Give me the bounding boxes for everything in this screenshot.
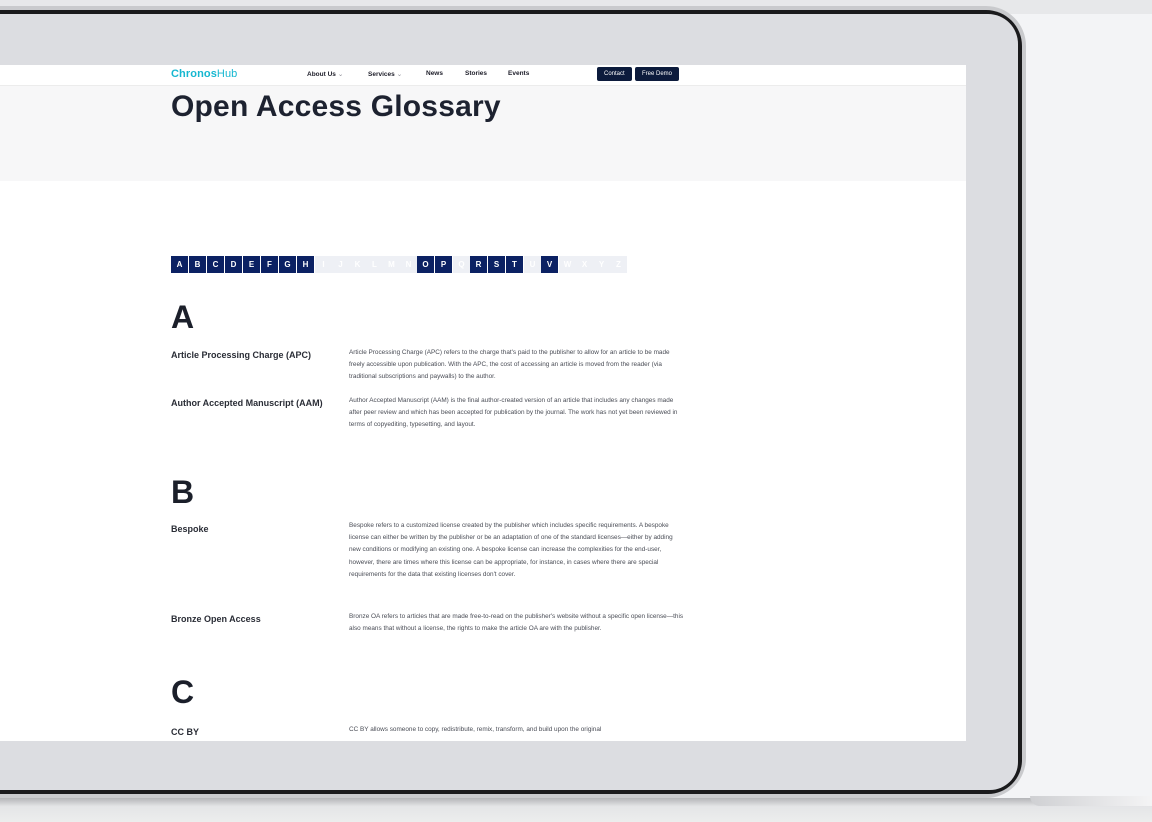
alphabet-link-o[interactable]: O: [417, 256, 435, 273]
alphabet-link-h[interactable]: H: [297, 256, 315, 273]
alphabet-link-k: K: [349, 256, 366, 273]
alphabet-link-r[interactable]: R: [470, 256, 488, 273]
alphabet-link-a[interactable]: A: [171, 256, 189, 273]
alphabet-link-e[interactable]: E: [243, 256, 261, 273]
alphabet-link-n: N: [400, 256, 417, 273]
chronoshub-logo[interactable]: ChronosHub: [171, 68, 237, 80]
nav-about-us[interactable]: About Us ⌄: [307, 70, 343, 78]
glossary-definition: Bronze OA refers to articles that are ma…: [349, 613, 684, 633]
alphabet-index: ABCDEFGHIJKLMNOPQRSTUVWXYZ: [171, 256, 627, 273]
alphabet-link-l: L: [366, 256, 383, 273]
alphabet-link-f[interactable]: F: [261, 256, 279, 273]
alphabet-link-z: Z: [610, 256, 627, 273]
contact-button[interactable]: Contact: [597, 67, 632, 81]
browser-viewport: ChronosHub About Us ⌄ Services ⌄ News Stor…: [0, 65, 966, 741]
laptop-base-edge: [1030, 796, 1152, 806]
nav-services[interactable]: Services ⌄: [368, 70, 402, 78]
alphabet-link-g[interactable]: G: [279, 256, 297, 273]
glossary-term: Author Accepted Manuscript (AAM): [171, 398, 323, 408]
section-heading-a: A: [171, 299, 195, 335]
glossary-definition: Article Processing Charge (APC) refers t…: [349, 349, 670, 381]
logo-text-hub: Hub: [216, 68, 238, 80]
alphabet-link-j: J: [332, 256, 349, 273]
alphabet-link-c[interactable]: C: [207, 256, 225, 273]
alphabet-link-t[interactable]: T: [506, 256, 524, 273]
alphabet-link-u: U: [524, 256, 541, 273]
laptop-base: [0, 798, 1152, 822]
glossary-definition: Author Accepted Manuscript (AAM) is the …: [349, 397, 678, 429]
nav-services-label: Services: [368, 71, 395, 78]
alphabet-link-m: M: [383, 256, 400, 273]
section-heading-c: C: [171, 674, 195, 710]
alphabet-link-y: Y: [593, 256, 610, 273]
nav-events[interactable]: Events: [508, 70, 529, 77]
site-header: ChronosHub About Us ⌄ Services ⌄ News Stor…: [0, 65, 966, 86]
glossary-term: Article Processing Charge (APC): [171, 350, 312, 360]
alphabet-link-i: I: [315, 256, 332, 273]
logo-text-chronos: Chronos: [171, 68, 217, 80]
glossary-definition: CC BY allows someone to copy, redistribu…: [349, 726, 602, 733]
nav-about-us-label: About Us: [307, 71, 336, 78]
section-heading-b: B: [171, 474, 195, 510]
alphabet-link-s[interactable]: S: [488, 256, 506, 273]
alphabet-link-d[interactable]: D: [225, 256, 243, 273]
alphabet-link-x: X: [576, 256, 593, 273]
alphabet-link-q: Q: [453, 256, 470, 273]
glossary-term: CC BY: [171, 727, 200, 737]
alphabet-link-p[interactable]: P: [435, 256, 453, 273]
glossary-definition: Bespoke refers to a customized license c…: [349, 522, 673, 578]
glossary-term: Bronze Open Access: [171, 614, 261, 624]
page-title: Open Access Glossary: [171, 90, 501, 123]
chevron-down-icon: ⌄: [337, 71, 344, 78]
alphabet-link-w: W: [559, 256, 576, 273]
chevron-down-icon: ⌄: [396, 71, 403, 78]
glossary-term: Bespoke: [171, 524, 209, 534]
nav-news[interactable]: News: [426, 70, 443, 77]
free-demo-button[interactable]: Free Demo: [635, 67, 680, 81]
alphabet-link-b[interactable]: B: [189, 256, 207, 273]
nav-stories[interactable]: Stories: [465, 70, 487, 77]
alphabet-link-v[interactable]: V: [541, 256, 559, 273]
